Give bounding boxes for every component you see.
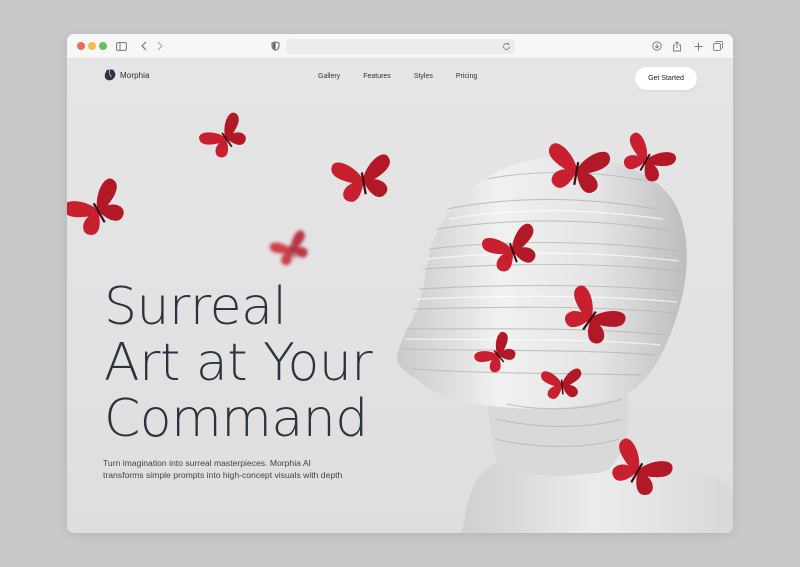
nav-item-styles[interactable]: Styles bbox=[414, 73, 433, 80]
butterfly-icon bbox=[540, 368, 584, 400]
close-window-button[interactable] bbox=[77, 42, 85, 50]
sculpture-shoulders bbox=[462, 449, 733, 533]
hero-title-line: Art at Your bbox=[104, 333, 373, 393]
butterfly-icon bbox=[542, 142, 612, 196]
hero-title: Surreal Art at Your Command bbox=[104, 279, 544, 447]
browser-toolbar bbox=[67, 34, 733, 59]
hero-subtitle: Turn imagination into surreal masterpiec… bbox=[103, 458, 343, 480]
nav-item-features[interactable]: Features bbox=[363, 73, 391, 80]
browser-window: Morphia Gallery Features Styles Pricing … bbox=[67, 34, 733, 533]
butterfly-icon bbox=[615, 130, 679, 188]
butterfly-icon bbox=[197, 110, 253, 164]
butterfly-icon bbox=[480, 222, 544, 276]
hero-title-line: Surreal bbox=[104, 277, 287, 337]
address-bar[interactable] bbox=[286, 39, 515, 54]
butterfly-icon bbox=[330, 153, 396, 205]
butterfly-icon bbox=[67, 176, 133, 242]
nav-item-pricing[interactable]: Pricing bbox=[456, 73, 477, 80]
minimize-window-button[interactable] bbox=[88, 42, 96, 50]
reload-icon[interactable] bbox=[499, 39, 513, 53]
maximize-window-button[interactable] bbox=[99, 42, 107, 50]
sidebar-icon[interactable] bbox=[114, 39, 128, 53]
nav-item-gallery[interactable]: Gallery bbox=[318, 73, 340, 80]
hero-title-line: Command bbox=[104, 389, 368, 449]
shield-icon[interactable] bbox=[268, 39, 282, 53]
brand-name: Morphia bbox=[120, 70, 150, 80]
tabs-overview-icon[interactable] bbox=[711, 39, 725, 53]
back-icon[interactable] bbox=[137, 39, 151, 53]
butterfly-icon bbox=[268, 229, 314, 269]
main-nav: Gallery Features Styles Pricing bbox=[318, 73, 477, 80]
download-icon[interactable] bbox=[650, 39, 664, 53]
get-started-button[interactable]: Get Started bbox=[635, 67, 697, 90]
new-tab-icon[interactable] bbox=[691, 39, 705, 53]
butterfly-icon bbox=[555, 283, 629, 351]
landing-page: Morphia Gallery Features Styles Pricing … bbox=[67, 59, 733, 533]
share-icon[interactable] bbox=[670, 39, 684, 53]
morphia-logo-icon bbox=[104, 69, 116, 81]
forward-icon[interactable] bbox=[153, 39, 167, 53]
brand[interactable]: Morphia bbox=[103, 68, 150, 82]
butterfly-icon bbox=[603, 436, 675, 502]
